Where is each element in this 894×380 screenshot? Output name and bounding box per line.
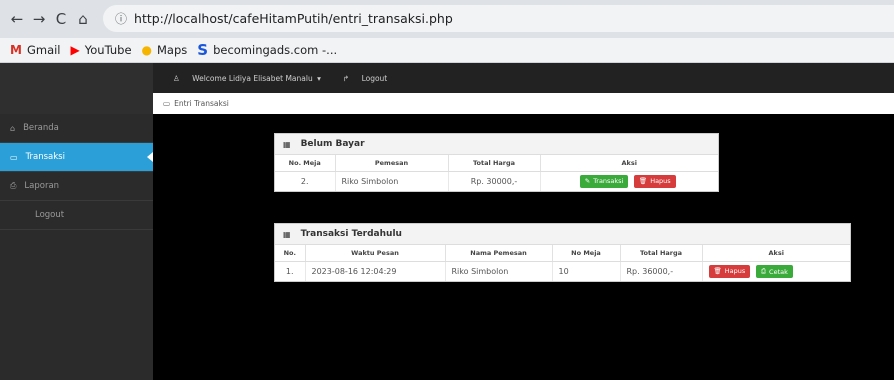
- column-header: Total Harga: [620, 245, 703, 262]
- main-content: ▦ Belum Bayar No. Meja Pemesan Total Har…: [153, 114, 894, 380]
- sidebar-item-transaksi[interactable]: ▭ Transaksi: [0, 143, 153, 172]
- sidebar-item-label: Laporan: [24, 181, 60, 191]
- column-header: No. Meja: [275, 155, 336, 172]
- user-menu[interactable]: ♙ Welcome Lidiya Elisabet Manalu ▾: [163, 74, 321, 83]
- cell-waktu: 2023-08-16 12:04:29: [305, 261, 446, 281]
- sidebar-item-laporan[interactable]: ⎙ Laporan: [0, 172, 153, 201]
- panel-header: ▦ Belum Bayar: [275, 134, 718, 155]
- cell-no: 1.: [275, 261, 306, 281]
- bookmark-label: YouTube: [84, 43, 132, 57]
- breadcrumb-label: Entri Transaksi: [174, 99, 229, 108]
- back-icon[interactable]: ←: [6, 10, 28, 28]
- bookmark-label: becomingads.com -...: [213, 43, 338, 57]
- bookmark-maps[interactable]: ● Maps: [142, 43, 188, 57]
- youtube-icon: ▶: [70, 43, 80, 57]
- column-header: Pemesan: [335, 155, 449, 172]
- print-icon: ⎙: [10, 181, 17, 190]
- column-header: Nama Pemesan: [445, 245, 553, 262]
- trash-icon: 🗑: [638, 177, 648, 186]
- sidebar-item-label: Logout: [35, 210, 65, 220]
- cell-total: Rp. 36000,-: [620, 261, 703, 281]
- user-icon: ♙: [173, 73, 180, 83]
- column-header: Waktu Pesan: [305, 245, 446, 262]
- url-text: http://localhost/cafeHitamPutih/entri_tr…: [134, 11, 453, 26]
- button-label: Hapus: [650, 177, 671, 186]
- button-label: Hapus: [724, 267, 746, 275]
- column-header: No Meja: [552, 245, 621, 262]
- transaksi-terdahulu-panel: ▦ Transaksi Terdahulu No. Waktu Pesan Na…: [274, 223, 851, 282]
- cell-nama: Riko Simbolon: [445, 261, 553, 281]
- table-row: 2. Riko Simbolon Rp. 30000,- ✎ Transaksi…: [275, 171, 718, 191]
- maps-icon: ●: [141, 43, 152, 57]
- transaction-icon: ▭: [163, 99, 171, 108]
- panel-title: Belum Bayar: [300, 139, 365, 149]
- becomingads-icon: S: [197, 41, 209, 59]
- chevron-down-icon: ▾: [317, 73, 321, 83]
- sidebar-header: [0, 63, 153, 114]
- print-icon: ⎙: [760, 267, 767, 275]
- logout-link[interactable]: ↱ Logout: [333, 74, 387, 83]
- bookmark-gmail[interactable]: M Gmail: [10, 43, 61, 57]
- button-label: Cetak: [769, 267, 788, 276]
- cell-actions: 🗑 Hapus ⎙ Cetak: [702, 261, 850, 281]
- button-label: Transaksi: [593, 177, 624, 186]
- column-header: Aksi: [540, 155, 718, 172]
- cetak-button[interactable]: ⎙ Cetak: [755, 265, 793, 278]
- cell-actions: ✎ Transaksi 🗑 Hapus: [540, 171, 718, 191]
- column-header: No.: [275, 245, 306, 262]
- bookmark-label: Gmail: [26, 43, 61, 57]
- sidebar: ⌂ Beranda ▭ Transaksi ⎙ Laporan Logout: [0, 114, 153, 380]
- transaksi-terdahulu-table: No. Waktu Pesan Nama Pemesan No Meja Tot…: [275, 245, 850, 281]
- sidebar-item-logout[interactable]: Logout: [0, 201, 153, 230]
- address-bar[interactable]: ⓘ http://localhost/cafeHitamPutih/entri_…: [103, 5, 894, 32]
- logout-icon: ↱: [342, 73, 350, 83]
- cell-pemesan: Riko Simbolon: [335, 171, 449, 191]
- hapus-button[interactable]: 🗑 Hapus: [633, 174, 676, 188]
- transaction-icon: ▭: [10, 152, 18, 162]
- browser-toolbar: ← → C ⌂ ⓘ http://localhost/cafeHitamPuti…: [0, 0, 894, 38]
- column-header: Total Harga: [448, 155, 541, 172]
- cell-total: Rp. 30000,-: [448, 171, 541, 191]
- panel-title: Transaksi Terdahulu: [300, 229, 402, 239]
- bookmark-label: Maps: [157, 43, 188, 57]
- sidebar-item-beranda[interactable]: ⌂ Beranda: [0, 114, 153, 143]
- welcome-text: Welcome Lidiya Elisabet Manalu: [192, 73, 313, 83]
- home-icon: ⌂: [10, 123, 16, 133]
- app-topbar: ♙ Welcome Lidiya Elisabet Manalu ▾ ↱ Log…: [153, 63, 894, 93]
- hapus-button[interactable]: 🗑 Hapus: [708, 264, 751, 278]
- trash-icon: 🗑: [713, 267, 722, 275]
- logout-label: Logout: [361, 73, 388, 83]
- table-row: 1. 2023-08-16 12:04:29 Riko Simbolon 10 …: [275, 261, 850, 281]
- reload-icon[interactable]: C: [50, 10, 72, 28]
- table-icon: ▦: [283, 229, 291, 239]
- cell-no-meja: 2.: [275, 171, 336, 191]
- pencil-icon: ✎: [584, 177, 591, 186]
- home-icon[interactable]: ⌂: [72, 10, 94, 28]
- table-icon: ▦: [283, 139, 291, 149]
- panel-header: ▦ Transaksi Terdahulu: [275, 224, 850, 245]
- transaksi-button[interactable]: ✎ Transaksi: [579, 174, 629, 188]
- breadcrumb: ▭ Entri Transaksi: [153, 93, 894, 114]
- bookmarks-bar: M Gmail ▶ YouTube ● Maps S becomingads.c…: [0, 38, 894, 63]
- bookmark-becomingads[interactable]: S becomingads.com -...: [197, 41, 337, 59]
- forward-icon[interactable]: →: [28, 10, 50, 28]
- gmail-icon: M: [10, 43, 22, 57]
- sidebar-item-label: Beranda: [23, 123, 59, 133]
- sidebar-item-label: Transaksi: [25, 152, 65, 162]
- info-icon[interactable]: ⓘ: [115, 10, 127, 27]
- belum-bayar-panel: ▦ Belum Bayar No. Meja Pemesan Total Har…: [274, 133, 719, 192]
- bookmark-youtube[interactable]: ▶ YouTube: [71, 43, 132, 57]
- belum-bayar-table: No. Meja Pemesan Total Harga Aksi 2. Rik…: [275, 155, 718, 191]
- cell-meja: 10: [552, 261, 621, 281]
- column-header: Aksi: [702, 245, 850, 262]
